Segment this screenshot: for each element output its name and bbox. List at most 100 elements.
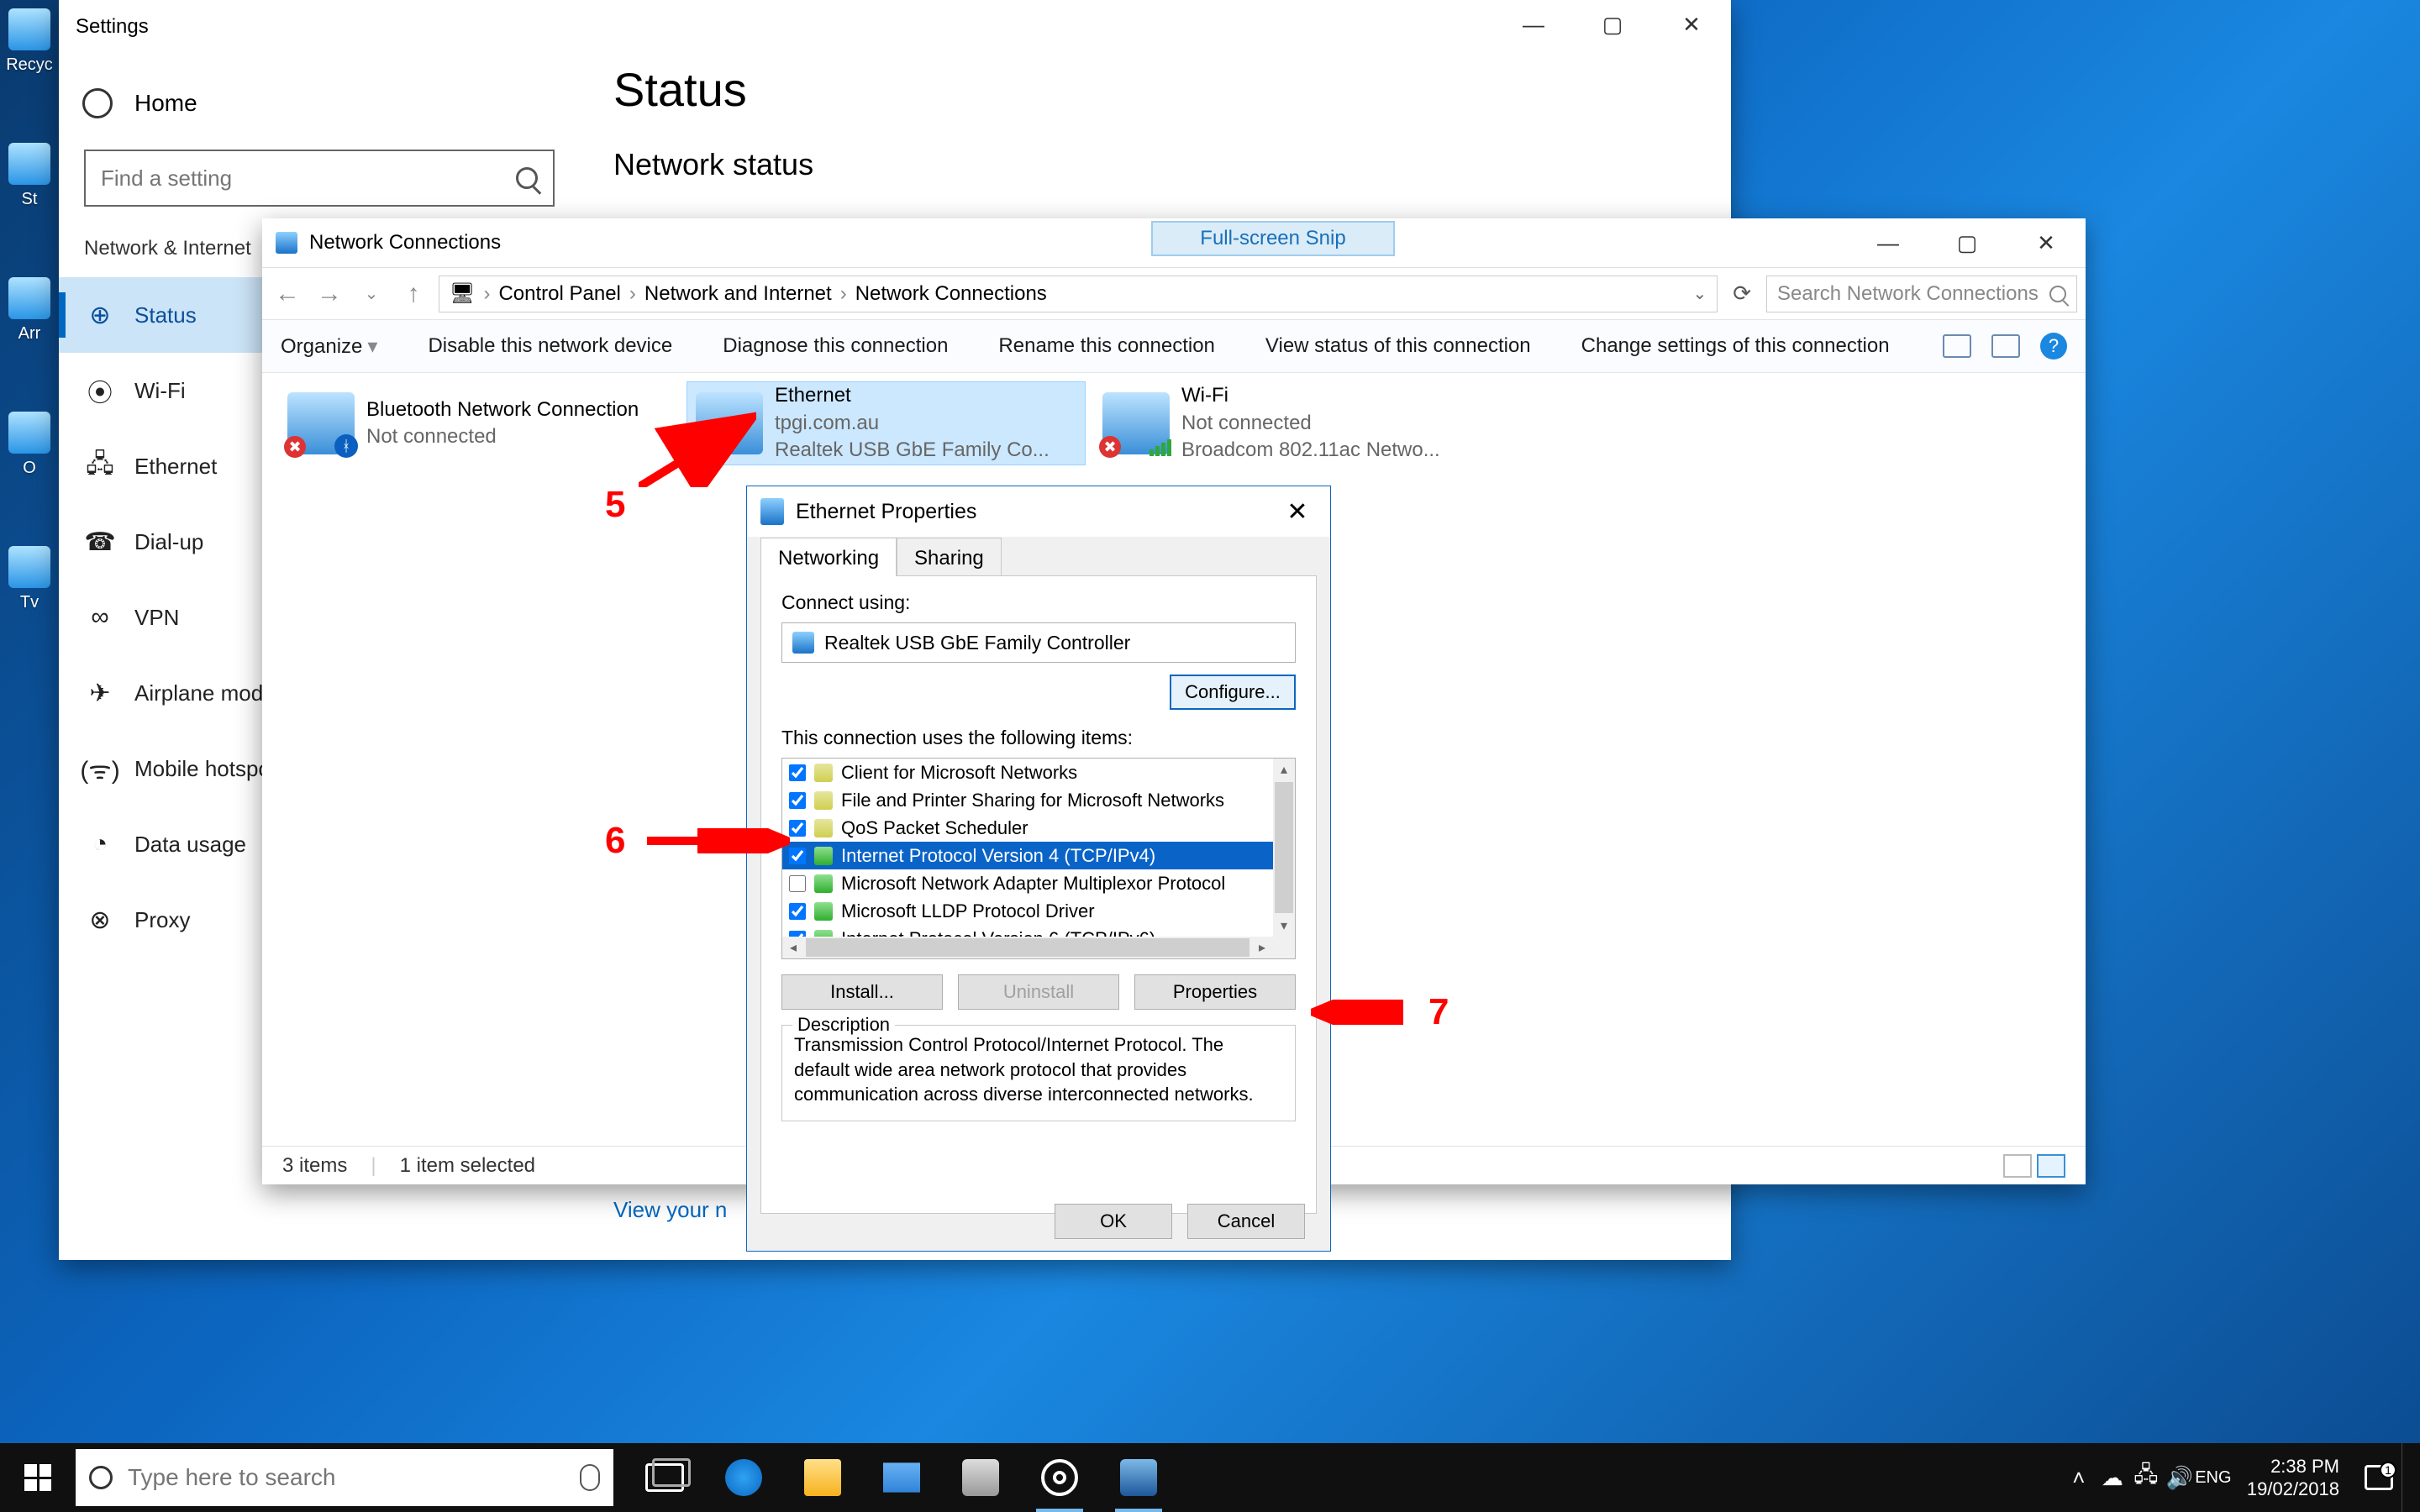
language-icon[interactable]: ENG — [2196, 1468, 2230, 1488]
volume-icon[interactable]: 🔊 — [2163, 1465, 2196, 1491]
item-checkbox[interactable] — [789, 764, 806, 781]
disable-device-button[interactable]: Disable this network device — [428, 334, 672, 358]
taskbar-edge[interactable] — [704, 1443, 783, 1512]
icons-view-button[interactable] — [2037, 1154, 2065, 1178]
taskbar-settings[interactable] — [1020, 1443, 1099, 1512]
settings-search-input[interactable] — [101, 165, 516, 192]
back-button[interactable]: ← — [271, 280, 304, 308]
connection-items-list[interactable]: Client for Microsoft Networks File and P… — [781, 758, 1296, 959]
system-tray: ˄ ☁ 🖧 🔊 ENG 2:38 PM 19/02/2018 1 — [2062, 1443, 2420, 1512]
up-button[interactable]: ↑ — [397, 280, 430, 308]
organize-menu[interactable]: Organize▾ — [281, 334, 377, 359]
list-item[interactable]: Microsoft LLDP Protocol Driver — [782, 897, 1273, 925]
desktop-icon[interactable]: St — [0, 143, 59, 252]
taskbar-explorer[interactable] — [783, 1443, 862, 1512]
minimize-button[interactable]: — — [1849, 218, 1928, 267]
list-item[interactable]: Microsoft Network Adapter Multiplexor Pr… — [782, 869, 1273, 897]
taskbar-clock[interactable]: 2:38 PM 19/02/2018 — [2230, 1455, 2356, 1501]
description-text: Transmission Control Protocol/Internet P… — [794, 1032, 1283, 1107]
list-item[interactable]: QoS Packet Scheduler — [782, 814, 1273, 842]
taskbar-mail[interactable] — [862, 1443, 941, 1512]
adapter-icon — [760, 498, 784, 525]
taskbar-store[interactable] — [941, 1443, 1020, 1512]
list-item[interactable]: File and Printer Sharing for Microsoft N… — [782, 786, 1273, 814]
dialup-icon: ☎ — [84, 526, 116, 558]
connection-ethernet[interactable]: Ethernet tpgi.com.au Realtek USB GbE Fam… — [687, 381, 1086, 465]
edge-icon — [725, 1459, 762, 1496]
start-button[interactable] — [0, 1443, 76, 1512]
diagnose-button[interactable]: Diagnose this connection — [723, 334, 948, 358]
change-settings-button[interactable]: Change settings of this connection — [1581, 334, 1890, 358]
list-item[interactable]: Internet Protocol Version 6 (TCP/IPv6) — [782, 925, 1273, 937]
hotspot-icon: (ᯤ) — [84, 753, 116, 785]
action-center-button[interactable]: 1 — [2356, 1465, 2402, 1490]
cancel-button[interactable]: Cancel — [1187, 1204, 1305, 1239]
desktop-icon[interactable]: Tv — [0, 546, 59, 655]
details-view-button[interactable] — [2003, 1154, 2032, 1178]
rename-button[interactable]: Rename this connection — [998, 334, 1214, 358]
maximize-button[interactable]: ▢ — [1573, 0, 1652, 49]
tab-networking[interactable]: Networking — [760, 538, 897, 576]
component-icon — [814, 930, 833, 937]
preview-pane-button[interactable] — [1991, 334, 2020, 358]
show-desktop-button[interactable] — [2402, 1443, 2412, 1512]
connection-wifi[interactable]: Wi-Fi Not connected Broadcom 802.11ac Ne… — [1094, 381, 1493, 465]
network-icon — [276, 232, 297, 254]
desktop-icon[interactable]: O — [0, 412, 59, 521]
view-status-button[interactable]: View status of this connection — [1265, 334, 1531, 358]
desktop-icon-recycle[interactable]: Recyc — [0, 8, 59, 118]
list-item[interactable]: Client for Microsoft Networks — [782, 759, 1273, 786]
mic-icon[interactable] — [580, 1464, 600, 1491]
minimize-button[interactable]: — — [1494, 0, 1573, 49]
vpn-icon: ∞ — [84, 601, 116, 633]
breadcrumb[interactable]: 🖥› Control Panel› Network and Internet› … — [439, 276, 1718, 312]
item-checkbox[interactable] — [789, 820, 806, 837]
install-button[interactable]: Install... — [781, 974, 943, 1010]
item-checkbox[interactable] — [789, 875, 806, 892]
component-icon — [814, 764, 833, 782]
component-icon — [814, 902, 833, 921]
item-checkbox[interactable] — [789, 848, 806, 864]
close-button[interactable]: ✕ — [1652, 0, 1731, 49]
properties-button[interactable]: Properties — [1134, 974, 1296, 1010]
status-icon: ⊕ — [84, 299, 116, 331]
component-icon — [814, 874, 833, 893]
uninstall-button[interactable]: Uninstall — [958, 974, 1119, 1010]
settings-search[interactable] — [84, 150, 555, 207]
list-item-tcpip4[interactable]: Internet Protocol Version 4 (TCP/IPv4) — [782, 842, 1273, 869]
page-subtitle: Network status — [613, 147, 1697, 182]
close-button[interactable]: ✕ — [2007, 218, 2086, 267]
taskbar-search-input[interactable] — [128, 1464, 580, 1491]
search-icon — [2049, 286, 2066, 302]
item-checkbox[interactable] — [789, 792, 806, 809]
connection-bluetooth[interactable]: ᚼ Bluetooth Network Connection Not conne… — [279, 381, 678, 465]
settings-home[interactable]: Home — [59, 67, 580, 139]
network-tray-icon[interactable]: 🖧 — [2129, 1459, 2163, 1496]
explorer-search[interactable]: Search Network Connections — [1766, 276, 2077, 312]
onedrive-icon[interactable]: ☁ — [2096, 1465, 2129, 1491]
address-dropdown[interactable]: ⌄ — [1692, 283, 1707, 304]
tab-sharing[interactable]: Sharing — [897, 538, 1002, 576]
recent-button[interactable]: ⌄ — [355, 283, 388, 304]
desktop-icon[interactable]: Arr — [0, 277, 59, 386]
horizontal-scrollbar[interactable]: ◂▸ — [782, 937, 1273, 958]
view-mode-button[interactable] — [1943, 334, 1971, 358]
task-view-button[interactable] — [625, 1443, 704, 1512]
tray-overflow[interactable]: ˄ — [2062, 1465, 2096, 1491]
close-button[interactable]: ✕ — [1278, 497, 1317, 527]
forward-button[interactable]: → — [313, 280, 346, 308]
ok-button[interactable]: OK — [1055, 1204, 1172, 1239]
configure-button[interactable]: Configure... — [1170, 675, 1296, 710]
item-checkbox[interactable] — [789, 931, 806, 937]
item-checkbox[interactable] — [789, 903, 806, 920]
help-button[interactable]: ? — [2040, 333, 2067, 360]
settings-home-label: Home — [134, 90, 197, 117]
adapter-selector[interactable]: Realtek USB GbE Family Controller — [781, 622, 1296, 663]
taskbar-search[interactable] — [76, 1449, 613, 1506]
refresh-button[interactable]: ⟳ — [1726, 281, 1758, 307]
full-screen-snip-button[interactable]: Full-screen Snip — [1151, 221, 1395, 256]
maximize-button[interactable]: ▢ — [1928, 218, 2007, 267]
vertical-scrollbar[interactable]: ▴▾ — [1273, 759, 1295, 937]
taskbar-control-panel[interactable] — [1099, 1443, 1178, 1512]
gear-icon — [82, 88, 113, 118]
